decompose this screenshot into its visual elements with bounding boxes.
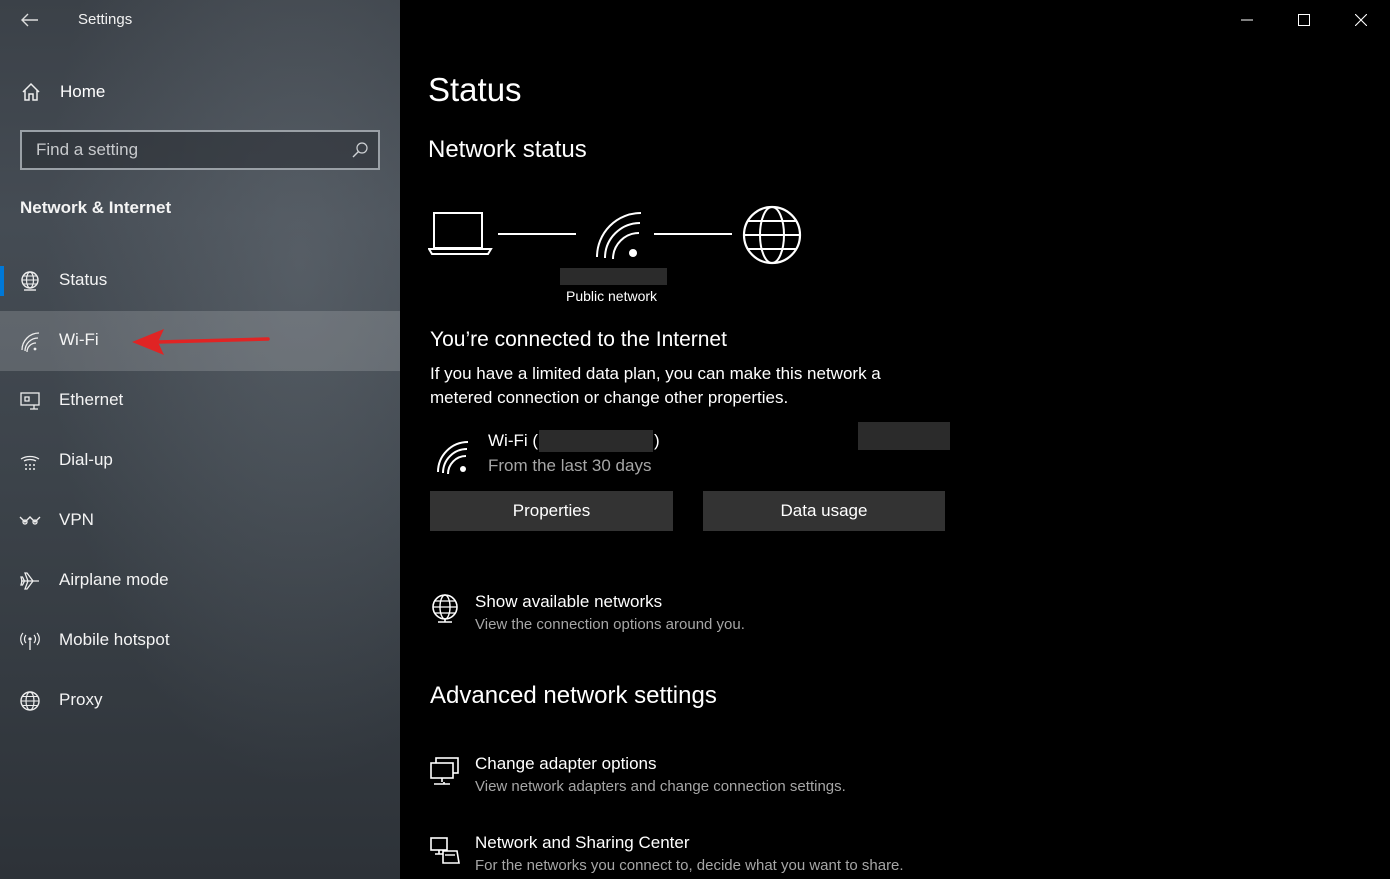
sidebar-item-home[interactable]: Home xyxy=(0,71,400,113)
network-sharing-center-link[interactable]: Network and Sharing Center For the netwo… xyxy=(430,833,1030,879)
sidebar-item-label: Status xyxy=(59,270,108,289)
sidebar-item-ethernet[interactable]: Ethernet xyxy=(0,371,400,431)
sidebar-item-label: Wi-Fi xyxy=(59,330,99,349)
vpn-icon xyxy=(19,516,41,525)
change-adapter-options-link[interactable]: Change adapter options View network adap… xyxy=(430,754,1030,804)
link-description: For the networks you connect to, decide … xyxy=(475,857,904,874)
link-description: View network adapters and change connect… xyxy=(475,778,846,795)
show-available-networks-link[interactable]: Show available networks View the connect… xyxy=(430,592,1030,642)
sidebar: Settings Home Network & Internet Status xyxy=(0,0,400,879)
sidebar-item-label: Home xyxy=(60,82,106,101)
hotspot-icon xyxy=(20,632,40,650)
link-title: Change adapter options xyxy=(475,754,657,773)
annotation-arrow xyxy=(132,329,270,355)
redacted-ssid xyxy=(539,430,654,452)
status-globe-icon xyxy=(21,271,39,291)
sidebar-item-label: VPN xyxy=(59,510,94,529)
link-title: Show available networks xyxy=(475,592,663,611)
app-title: Settings xyxy=(78,11,133,28)
sidebar-item-mobile-hotspot[interactable]: Mobile hotspot xyxy=(0,611,400,671)
section-title: Network & Internet xyxy=(20,198,172,217)
search-input[interactable] xyxy=(22,132,342,168)
sidebar-item-label: Dial-up xyxy=(59,450,113,469)
adapter-icon xyxy=(430,757,459,785)
network-status-heading: Network status xyxy=(428,136,587,163)
properties-button[interactable]: Properties xyxy=(430,491,673,531)
sidebar-item-status[interactable]: Status xyxy=(0,251,400,311)
usage-period: From the last 30 days xyxy=(488,456,652,475)
sidebar-item-dialup[interactable]: Dial-up xyxy=(0,431,400,491)
airplane-icon xyxy=(20,572,39,590)
advanced-settings-heading: Advanced network settings xyxy=(430,682,717,709)
back-arrow-icon xyxy=(21,13,38,27)
laptop-icon xyxy=(428,212,493,255)
sidebar-item-proxy[interactable]: Proxy xyxy=(0,671,400,731)
sidebar-item-label: Airplane mode xyxy=(59,570,169,589)
link-title: Network and Sharing Center xyxy=(475,833,690,852)
wifi-name-prefix: Wi-Fi ( xyxy=(488,431,539,450)
selection-indicator xyxy=(0,266,4,296)
dialup-icon xyxy=(20,455,40,470)
sharing-center-icon xyxy=(430,837,460,864)
redacted-network-name xyxy=(560,268,667,285)
redacted-data-usage xyxy=(858,422,950,450)
internet-globe-icon xyxy=(742,205,802,265)
wifi-icon xyxy=(21,332,40,352)
sidebar-item-label: Mobile hotspot xyxy=(59,630,170,649)
data-usage-button[interactable]: Data usage xyxy=(703,491,945,531)
connection-description: If you have a limited data plan, you can… xyxy=(430,364,881,407)
search-icon[interactable] xyxy=(351,141,369,159)
link-description: View the connection options around you. xyxy=(475,616,745,633)
search-box[interactable] xyxy=(20,130,380,170)
ethernet-icon xyxy=(20,392,40,410)
page-title: Status xyxy=(428,71,522,108)
sidebar-item-label: Proxy xyxy=(59,690,103,709)
wifi-signal-icon xyxy=(596,212,642,260)
title-bar: Settings xyxy=(0,0,400,40)
back-button[interactable] xyxy=(14,6,46,34)
globe-icon xyxy=(20,691,40,711)
sidebar-item-vpn[interactable]: VPN xyxy=(0,491,400,551)
wifi-name-suffix: ) xyxy=(654,431,660,450)
sidebar-item-airplane-mode[interactable]: Airplane mode xyxy=(0,551,400,611)
wifi-icon xyxy=(437,441,469,474)
connection-status-title: You’re connected to the Internet xyxy=(430,328,727,351)
main-content: Status Network status Public network You… xyxy=(400,0,1390,879)
wifi-network-name: Wi-Fi ( ) xyxy=(488,430,660,452)
network-type-label: Public network xyxy=(566,288,658,304)
home-icon xyxy=(22,82,40,101)
sidebar-item-label: Ethernet xyxy=(59,390,124,409)
network-globe-icon xyxy=(432,594,458,623)
